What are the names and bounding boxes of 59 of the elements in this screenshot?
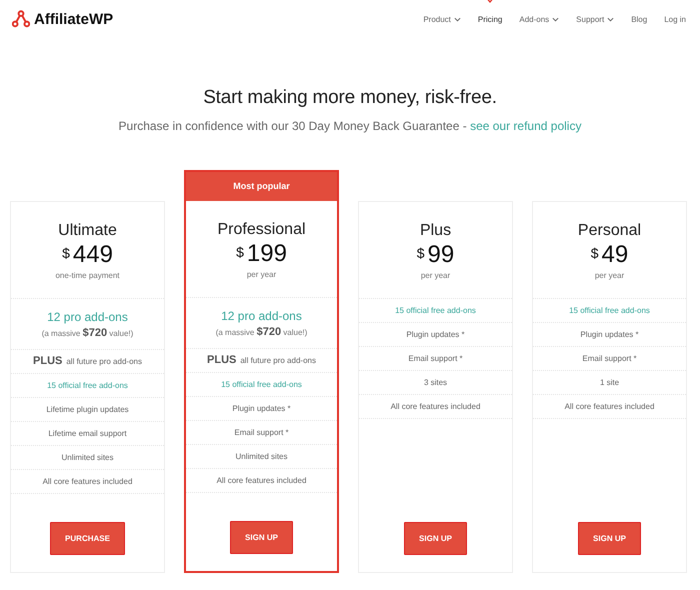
nav-link[interactable]: Support — [576, 14, 614, 24]
value-note: (a massive $720 value!) — [40, 327, 134, 339]
logo-icon — [12, 10, 30, 28]
plan-button[interactable]: PURCHASE — [50, 522, 125, 555]
plan-button[interactable]: SIGN UP — [230, 521, 293, 554]
feature-text: Email support * — [582, 354, 637, 363]
currency-symbol: $ — [416, 245, 425, 261]
logo-text: AffiliateWP — [34, 10, 114, 28]
price-period: per year — [246, 270, 278, 279]
feature-text: Email support * — [234, 428, 289, 437]
feature-text: 15 official free add-ons — [569, 306, 650, 315]
price-period: one-time payment — [54, 271, 121, 280]
feature-text: Plugin updates * — [406, 330, 465, 339]
subheadline: Purchase in confidence with our 30 Day Money Back Guarantee - see our refund policy — [118, 119, 582, 133]
nav-link[interactable]: Pricing — [478, 14, 502, 24]
currency-symbol: $ — [590, 245, 599, 261]
feature-text: Lifetime plugin updates — [46, 405, 129, 414]
nav-link[interactable]: Add-ons — [519, 14, 560, 24]
plan-name: Professional — [216, 221, 307, 239]
feature-text: 15 official free add-ons — [47, 381, 128, 390]
plan-price: 99 — [428, 243, 454, 267]
nav-link[interactable]: Product — [423, 14, 461, 24]
feature-text: Unlimited sites — [235, 452, 288, 461]
feature-text: All core features included — [42, 477, 132, 486]
feature-text: Plugin updates * — [232, 404, 291, 413]
feature-text: Email support * — [408, 354, 463, 363]
plan-name: Personal — [576, 222, 642, 240]
plan-name: Ultimate — [57, 222, 118, 240]
plus-label: PLUS — [33, 355, 62, 367]
plan-price: 199 — [246, 242, 287, 266]
feature-text: Plugin updates * — [580, 330, 639, 339]
plan-button[interactable]: SIGN UP — [578, 522, 641, 555]
currency-symbol: $ — [62, 245, 70, 261]
plan-button[interactable]: SIGN UP — [404, 522, 467, 555]
feature-text: 15 official free add-ons — [395, 306, 476, 315]
nav-link[interactable]: Log in — [664, 14, 686, 24]
plan-name: Plus — [418, 222, 452, 240]
plan-badge: Most popular — [186, 172, 337, 201]
feature-text: All core features included — [390, 402, 480, 411]
feature-text: Lifetime email support — [48, 429, 127, 438]
currency-symbol: $ — [236, 244, 244, 260]
feature-text: all future pro add-ons — [240, 356, 316, 365]
feature-text: 3 sites — [424, 378, 448, 387]
plan-price: 49 — [602, 243, 628, 267]
feature-text: All core features included — [216, 476, 306, 485]
plan-price: 449 — [72, 243, 113, 267]
feature-text: Unlimited sites — [61, 453, 114, 462]
pro-addons-label: 12 pro add-ons — [46, 310, 129, 324]
price-period: per year — [420, 271, 452, 280]
feature-text: 15 official free add-ons — [221, 380, 302, 389]
price-period: per year — [594, 271, 626, 280]
value-note: (a massive $720 value!) — [214, 326, 308, 338]
pro-addons-label: 12 pro add-ons — [220, 309, 303, 323]
feature-text: All core features included — [564, 402, 654, 411]
headline: Start making more money, risk-free. — [202, 87, 498, 109]
feature-text: all future pro add-ons — [66, 357, 142, 366]
feature-text: 1 site — [600, 378, 620, 387]
plus-label: PLUS — [207, 354, 236, 366]
nav-link[interactable]: Blog — [631, 14, 648, 24]
